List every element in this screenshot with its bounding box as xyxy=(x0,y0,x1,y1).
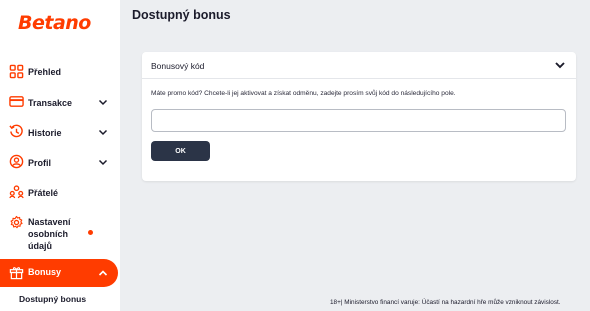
sidebar-item-label: Transakce xyxy=(28,98,73,108)
sidebar-item-profil[interactable]: Profil xyxy=(0,154,120,170)
bonus-code-card: Bonusový kód Máte promo kód? Chcete-li j… xyxy=(142,52,576,181)
ok-button[interactable]: OK xyxy=(151,141,210,161)
sidebar-item-label-line-3: údajů xyxy=(28,241,52,251)
sidebar-item-label: Přehled xyxy=(28,67,62,77)
promo-code-input[interactable] xyxy=(151,109,566,132)
chevron-down-icon xyxy=(98,129,108,136)
sidebar-item-transakce[interactable]: Transakce xyxy=(0,94,120,110)
sidebar: Betano Přehled Transakce Historie Profil… xyxy=(0,0,120,311)
grid-icon xyxy=(9,64,24,79)
notification-dot xyxy=(88,230,93,235)
gift-icon xyxy=(9,267,24,280)
card-description: Máte promo kód? Chcete-li jej aktivovat … xyxy=(151,90,456,97)
sidebar-item-historie[interactable]: Historie xyxy=(0,124,120,140)
chevron-down-icon xyxy=(555,62,565,69)
user-icon xyxy=(9,154,24,169)
logo-text: Betano xyxy=(18,12,91,34)
sidebar-subitem-dostupny-bonus[interactable]: Dostupný bonus xyxy=(19,294,86,304)
sidebar-item-label: Přátelé xyxy=(28,188,59,198)
chevron-down-icon xyxy=(98,99,108,106)
sidebar-item-label: Profil xyxy=(28,158,52,168)
sidebar-item-label-line-1: Nastavení xyxy=(28,217,71,227)
sidebar-item-bonusy[interactable]: Bonusy xyxy=(0,259,118,287)
page-title: Dostupný bonus xyxy=(132,8,231,22)
chevron-down-icon xyxy=(98,159,108,166)
betano-logo[interactable]: Betano xyxy=(18,12,91,34)
sidebar-item-label: Historie xyxy=(28,128,62,138)
chevron-up-icon xyxy=(98,270,108,276)
bonus-code-accordion-header[interactable]: Bonusový kód xyxy=(142,52,576,79)
sidebar-item-label: Bonusy xyxy=(28,267,62,277)
sidebar-item-pratele[interactable]: Přátelé xyxy=(0,184,120,200)
friends-icon xyxy=(9,185,24,199)
sidebar-item-nastaveni-osobnich-udaju[interactable]: Nastavení osobních údajů xyxy=(0,214,120,252)
gear-icon xyxy=(10,215,23,229)
gambling-warning-footer: 18+| Ministerstvo financí varuje: Účastí… xyxy=(330,299,561,306)
history-icon xyxy=(9,124,23,138)
credit-card-icon xyxy=(9,96,24,107)
card-title: Bonusový kód xyxy=(151,61,205,71)
sidebar-item-prehled[interactable]: Přehled xyxy=(0,64,120,80)
sidebar-item-label-line-2: osobních xyxy=(28,229,68,239)
